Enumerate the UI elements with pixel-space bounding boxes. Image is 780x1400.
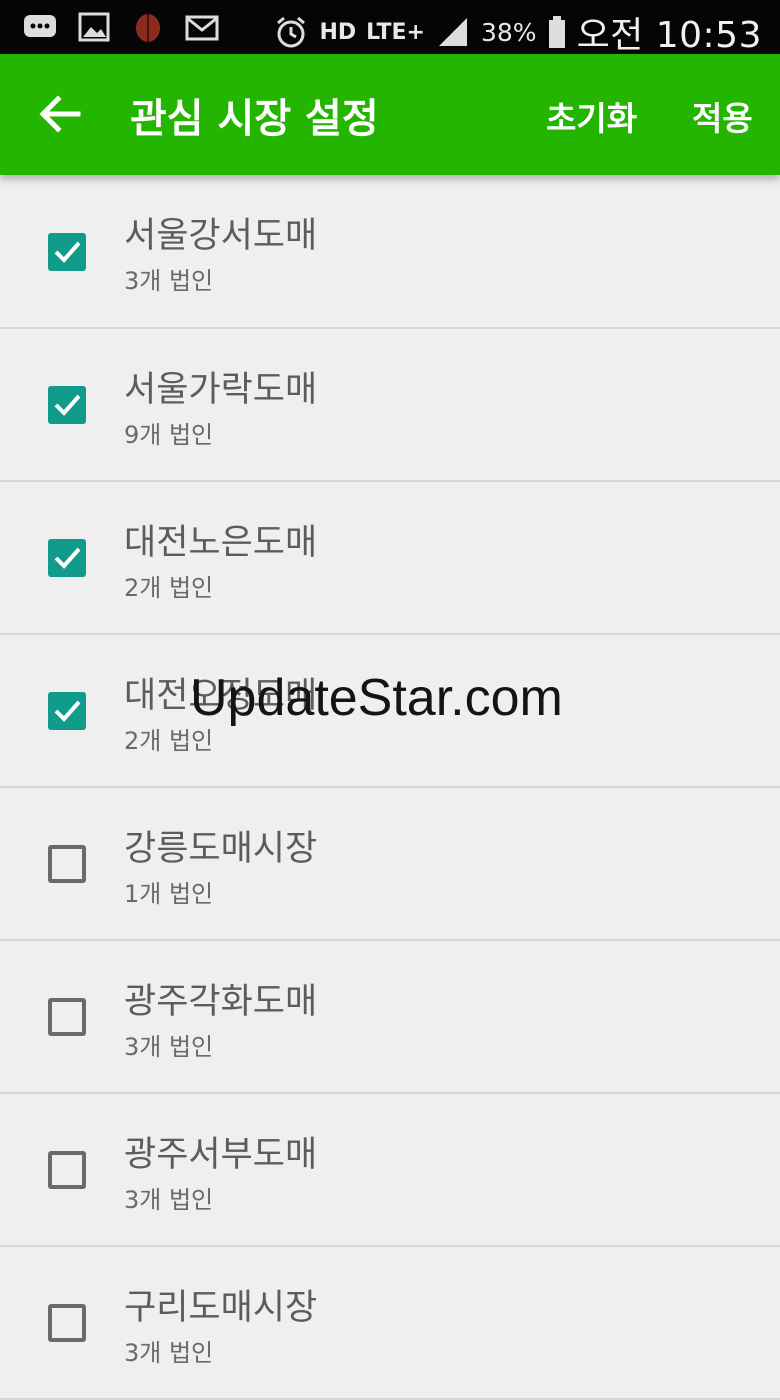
hd-voice-icon: HD bbox=[319, 19, 357, 45]
market-name: 서울강서도매 bbox=[124, 216, 318, 256]
market-name: 대전노은도매 bbox=[124, 523, 318, 563]
checkbox-checked[interactable] bbox=[48, 233, 86, 271]
battery-percent: 38% bbox=[480, 17, 537, 47]
list-item[interactable]: 광주각화도매 3개 법인 bbox=[0, 941, 780, 1094]
market-name: 강릉도매시장 bbox=[124, 829, 318, 869]
corporation-count: 3개 법인 bbox=[124, 1186, 214, 1214]
message-icon bbox=[22, 9, 58, 45]
app-bar: 관심 시장 설정 초기화 적용 bbox=[0, 54, 780, 175]
checkbox-checked[interactable] bbox=[48, 386, 86, 424]
checkbox-unchecked[interactable] bbox=[48, 1304, 86, 1342]
checkbox-checked[interactable] bbox=[48, 692, 86, 730]
check-icon bbox=[54, 700, 81, 722]
apply-button[interactable]: 적용 bbox=[692, 92, 753, 140]
lte-icon: LTE+ bbox=[366, 19, 425, 45]
list-item[interactable]: 대전노은도매 2개 법인 bbox=[0, 482, 780, 635]
list-item[interactable]: 서울가락도매 9개 법인 bbox=[0, 329, 780, 482]
gmail-icon bbox=[184, 9, 220, 45]
checkbox-checked[interactable] bbox=[48, 539, 86, 577]
check-icon bbox=[54, 547, 81, 569]
signal-icon bbox=[435, 14, 471, 50]
checkbox-unchecked[interactable] bbox=[48, 845, 86, 883]
list-item[interactable]: 서울강서도매 3개 법인 bbox=[0, 175, 780, 329]
gallery-icon bbox=[76, 9, 112, 45]
market-name: 구리도매시장 bbox=[124, 1288, 318, 1328]
clock: 오전 10:53 bbox=[576, 15, 762, 56]
list-item[interactable]: 강릉도매시장 1개 법인 bbox=[0, 788, 780, 941]
corporation-count: 1개 법인 bbox=[124, 880, 214, 908]
list-item[interactable]: 구리도매시장 3개 법인 bbox=[0, 1247, 780, 1400]
market-name: 서울가락도매 bbox=[124, 370, 318, 410]
page-title: 관심 시장 설정 bbox=[130, 96, 379, 142]
market-list: 서울강서도매 3개 법인 서울가락도매 9개 법인 대전노은도매 2개 법인 대… bbox=[0, 175, 780, 1400]
corporation-count: 9개 법인 bbox=[124, 421, 214, 449]
corporation-count: 3개 법인 bbox=[124, 267, 214, 295]
arrow-left-icon bbox=[39, 95, 81, 133]
watermark: UpdateStar.com bbox=[190, 669, 563, 727]
corporation-count: 3개 법인 bbox=[124, 1033, 214, 1061]
market-name: 광주서부도매 bbox=[124, 1135, 318, 1175]
check-icon bbox=[54, 394, 81, 416]
market-name: 광주각화도매 bbox=[124, 982, 318, 1022]
reset-button[interactable]: 초기화 bbox=[546, 92, 637, 140]
corporation-count: 2개 법인 bbox=[124, 574, 214, 602]
checkbox-unchecked[interactable] bbox=[48, 998, 86, 1036]
app-bug-icon bbox=[130, 9, 166, 45]
status-bar: HD LTE+ 38% 오전 10:53 bbox=[0, 0, 780, 56]
check-icon bbox=[54, 241, 81, 263]
checkbox-unchecked[interactable] bbox=[48, 1151, 86, 1189]
back-button[interactable] bbox=[30, 84, 90, 144]
corporation-count: 3개 법인 bbox=[124, 1339, 214, 1367]
battery-icon bbox=[547, 14, 567, 50]
alarm-icon bbox=[273, 14, 309, 50]
list-item[interactable]: 광주서부도매 3개 법인 bbox=[0, 1094, 780, 1247]
